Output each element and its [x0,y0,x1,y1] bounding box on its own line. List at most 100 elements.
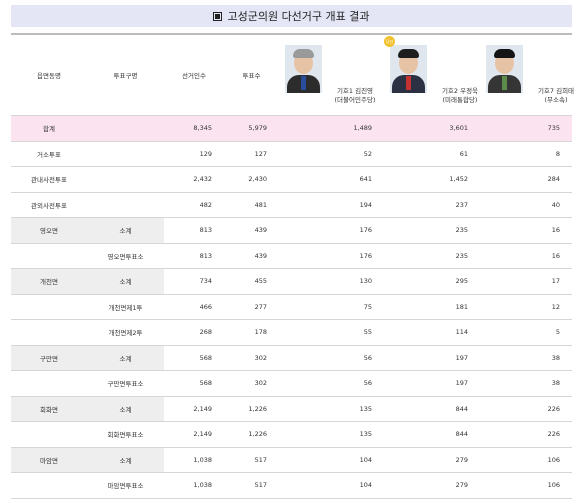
cell-candidate-1: 75 [279,294,384,320]
cell-votes: 455 [224,268,279,295]
cell-electors: 268 [164,319,224,346]
cell-votes: 517 [224,472,279,499]
cell-district: 관외사전투표 [11,192,87,218]
cell-electors: 2,149 [164,396,224,422]
cell-candidate-3: 735 [480,115,572,142]
table-row: 거소투표 129 127 52 61 8 [11,141,572,167]
table-row: 회화면투표소 2,149 1,226 135 844 226 [11,421,572,448]
cell-district: 구만면 [11,345,87,371]
candidate-3-name: 기호7 김희태 [537,87,575,95]
candidate-2-photo [390,45,427,93]
cell-electors: 1,038 [164,447,224,473]
cell-candidate-3: 284 [480,166,572,193]
page-title: 고성군의원 다선거구 개표 결과 [227,10,370,23]
cell-district: 거소투표 [11,141,87,167]
cell-candidate-2: 844 [384,421,480,448]
header-vote-type: 투표구명 [87,33,164,116]
header-electors: 선거인수 [164,33,224,116]
cell-candidate-1: 176 [279,243,384,269]
cell-candidate-3: 8 [480,141,572,167]
cell-electors: 568 [164,345,224,371]
candidate-1-photo [285,45,322,93]
cell-vote-type: 소계 [87,217,164,244]
cell-district: 영오면 [11,217,87,244]
cell-vote-type [87,192,164,218]
cell-candidate-2: 181 [384,294,480,320]
header-candidate-1: 기호1 김진영 (더불어민주당) [279,33,384,116]
cell-vote-type: 영오면투표소 [87,243,164,269]
elected-badge: 당선 [384,36,395,47]
cell-vote-type: 소계 [87,345,164,371]
cell-district: 관내사전투표 [11,166,87,193]
table-header-row: 읍면동명 투표구명 선거인수 투표수 기호1 김진영 (더불어민주당) 당선 기… [11,33,574,116]
cell-candidate-3: 106 [480,472,572,499]
cell-electors: 129 [164,141,224,167]
table-row: 마암면 소계 1,038 517 104 279 106 [11,447,572,473]
cell-vote-type [87,115,164,142]
cell-vote-type: 소계 [87,268,164,295]
cell-candidate-1: 194 [279,192,384,218]
header-candidate-2: 당선 기호2 우정욱 (미래통합당) [384,33,480,116]
cell-candidate-2: 3,601 [384,115,480,142]
cell-district [11,370,87,397]
cell-electors: 1,038 [164,472,224,499]
cell-vote-type: 구만면투표소 [87,370,164,397]
cell-votes: 2,430 [224,166,279,193]
cell-votes: 1,226 [224,396,279,422]
cell-district [11,472,87,499]
cell-candidate-1: 176 [279,217,384,244]
cell-district [11,294,87,320]
cell-vote-type: 소계 [87,396,164,422]
cell-vote-type: 마암면투표소 [87,472,164,499]
cell-candidate-2: 237 [384,192,480,218]
cell-electors: 813 [164,217,224,244]
cell-candidate-3: 38 [480,345,572,371]
table-row: 합계 8,345 5,979 1,489 3,601 735 [11,115,572,142]
cell-votes: 481 [224,192,279,218]
cell-district [11,319,87,346]
table-row: 관외사전투표 482 481 194 237 40 [11,192,572,218]
header-district: 읍면동명 [11,33,87,116]
cell-vote-type [87,141,164,167]
cell-candidate-3: 40 [480,192,572,218]
cell-candidate-2: 61 [384,141,480,167]
cell-candidate-1: 104 [279,472,384,499]
cell-votes: 439 [224,217,279,244]
candidate-1-party: (더불어민주당) [334,96,376,104]
table-row: 마암면투표소 1,038 517 104 279 106 [11,472,572,499]
cell-candidate-2: 114 [384,319,480,346]
cell-candidate-2: 197 [384,345,480,371]
table-row: 영오면투표소 813 439 176 235 16 [11,243,572,269]
cell-candidate-2: 235 [384,217,480,244]
cell-candidate-1: 641 [279,166,384,193]
cell-votes: 439 [224,243,279,269]
cell-candidate-2: 235 [384,243,480,269]
cell-electors: 2,149 [164,421,224,448]
cell-district: 개천면 [11,268,87,295]
header-candidate-3: 기호7 김희태 (무소속) [480,33,574,116]
cell-district: 합계 [11,115,87,142]
results-table: 읍면동명 투표구명 선거인수 투표수 기호1 김진영 (더불어민주당) 당선 기… [11,33,574,499]
cell-electors: 734 [164,268,224,295]
cell-district: 회화면 [11,396,87,422]
cell-electors: 568 [164,370,224,397]
cell-candidate-3: 12 [480,294,572,320]
cell-vote-type: 회화면투표소 [87,421,164,448]
cell-vote-type: 개천면제1투 [87,294,164,320]
cell-vote-type: 소계 [87,447,164,473]
cell-electors: 466 [164,294,224,320]
cell-candidate-3: 16 [480,217,572,244]
table-row: 개천면제2투 268 178 55 114 5 [11,319,572,346]
cell-candidate-2: 279 [384,472,480,499]
cell-candidate-2: 1,452 [384,166,480,193]
cell-candidate-1: 1,489 [279,115,384,142]
cell-candidate-3: 17 [480,268,572,295]
candidate-1-name: 기호1 김진영 [336,87,374,95]
cell-candidate-1: 135 [279,396,384,422]
cell-candidate-1: 104 [279,447,384,473]
cell-vote-type: 개천면제2투 [87,319,164,346]
cell-candidate-1: 56 [279,370,384,397]
cell-vote-type [87,166,164,193]
cell-votes: 302 [224,370,279,397]
cell-candidate-1: 55 [279,319,384,346]
